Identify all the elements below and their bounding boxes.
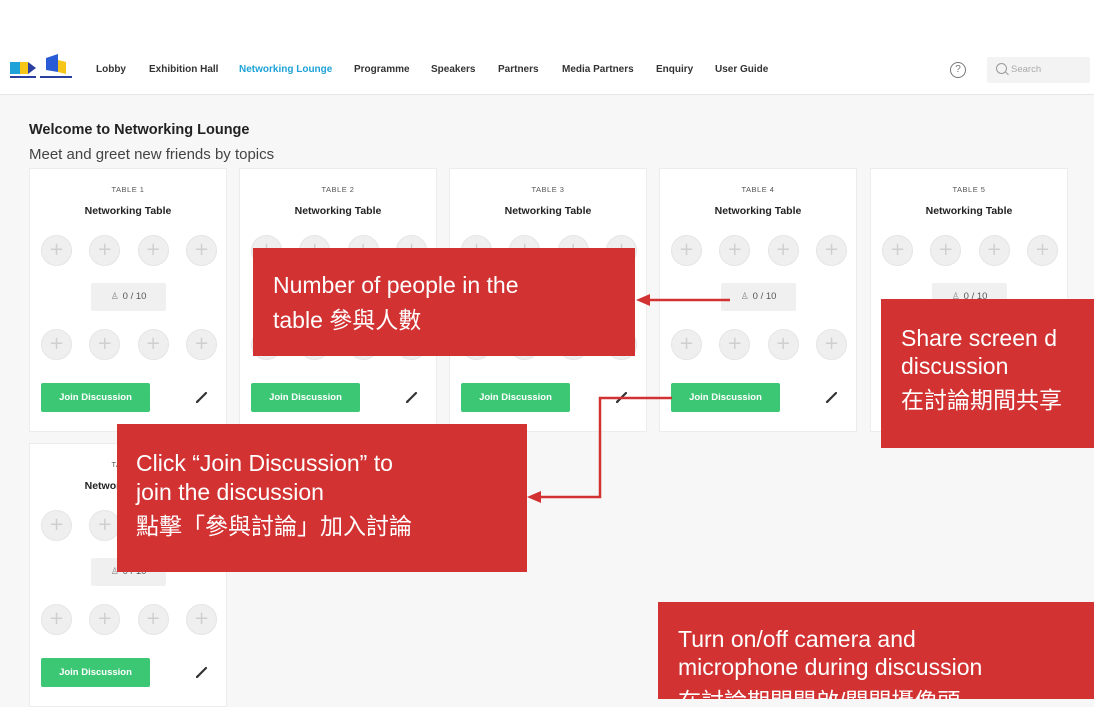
callout-camera-line2: microphone during discussion xyxy=(678,654,983,680)
callout-join-line2: join the discussion xyxy=(136,479,324,505)
callout-share-line2: discussion xyxy=(901,353,1009,379)
callout-join-line1: Click “Join Discussion” to xyxy=(136,450,393,476)
callout-camera-microphone: Turn on/off camera and microphone during… xyxy=(658,602,1094,699)
callout-share-line1: Share screen d xyxy=(901,325,1057,351)
callout-people-line1: Number of people in the xyxy=(273,272,519,298)
join-arrow-line xyxy=(540,396,672,499)
callout-people-count: Number of people in the table 參與人數 xyxy=(253,248,635,356)
callout-share-line3: 在討論期間共享 xyxy=(901,387,1062,413)
callout-join-line3: 點擊「參與討論」加入討論 xyxy=(136,513,412,539)
people-arrow-head xyxy=(636,294,650,306)
callout-people-line2: table 參與人數 xyxy=(273,307,422,333)
callout-camera-line3: 在討論期間開啟/關閉攝像頭 xyxy=(678,682,960,699)
join-arrow-head xyxy=(527,491,541,503)
callout-join-discussion: Click “Join Discussion” to join the disc… xyxy=(117,424,527,572)
callout-share-screen: Share screen d discussion 在討論期間共享 xyxy=(881,299,1094,448)
callout-camera-line1: Turn on/off camera and xyxy=(678,626,916,652)
